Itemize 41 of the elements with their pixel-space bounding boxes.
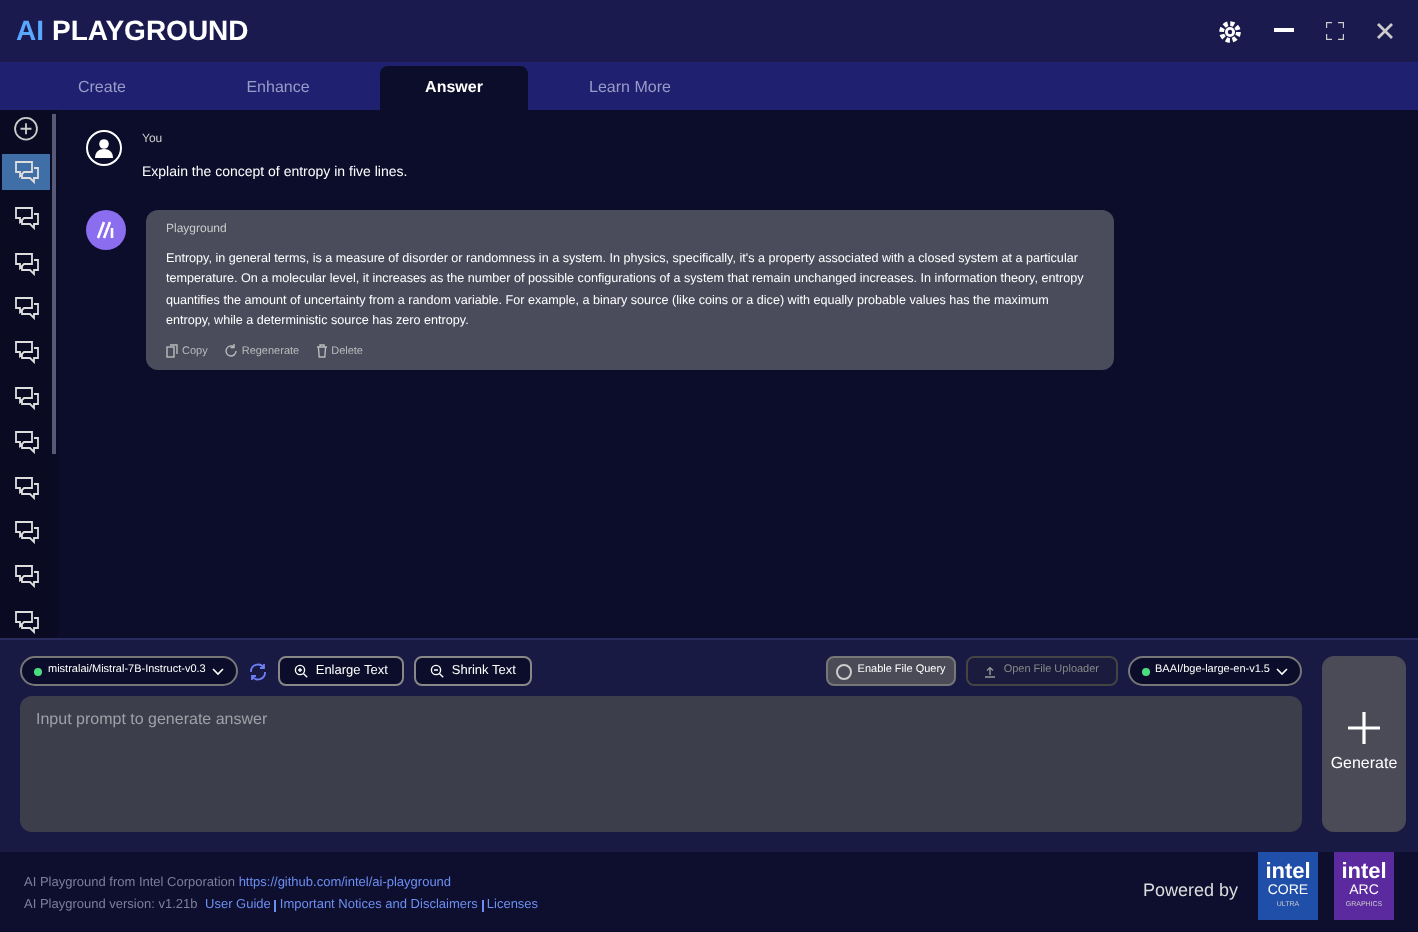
maximize-icon[interactable] xyxy=(1326,22,1344,41)
chat-bubbles-icon xyxy=(13,251,39,276)
trash-icon xyxy=(315,344,328,359)
app-title: PLAYGROUND xyxy=(52,12,249,51)
powered-by-text: Powered by xyxy=(1142,877,1238,904)
new-chat-icon[interactable] xyxy=(12,116,40,142)
chat-bubbles-icon xyxy=(13,159,39,184)
chat-bubbles-icon xyxy=(13,295,39,320)
chat-bubbles-icon xyxy=(13,385,39,410)
checkbox[interactable] xyxy=(835,663,852,679)
close-icon[interactable] xyxy=(1376,22,1394,41)
brand-name: intel xyxy=(1341,862,1387,885)
tab[interactable]: Learn More xyxy=(556,66,704,110)
swap-icon[interactable] xyxy=(247,661,268,681)
chat-history-item[interactable] xyxy=(2,153,50,190)
generate-button[interactable]: Generate xyxy=(1322,656,1406,832)
user-avatar-icon xyxy=(86,130,122,166)
chat-bubbles-icon xyxy=(13,520,39,545)
minimize-icon[interactable] xyxy=(1274,28,1294,35)
copy-icon xyxy=(166,344,178,359)
upload-icon xyxy=(983,665,996,677)
tab[interactable]: Create xyxy=(28,66,176,110)
zoom-in-icon xyxy=(293,664,308,678)
chat-bubbles-icon xyxy=(13,609,39,634)
chat-bubbles-icon xyxy=(13,340,39,365)
app-title-prefix: AI xyxy=(16,12,44,51)
caret-icon xyxy=(211,667,224,675)
refresh-icon xyxy=(223,344,238,359)
tab[interactable]: Answer xyxy=(380,66,528,110)
chat-bubbles-icon xyxy=(13,475,39,500)
chat-bubbles-icon xyxy=(13,564,39,589)
caret-icon xyxy=(1276,667,1288,675)
zoom-out-icon xyxy=(429,664,444,678)
plus-icon xyxy=(1348,712,1380,744)
prompt-field[interactable]: Input prompt to generate answer xyxy=(20,696,1302,832)
brand-name: intel xyxy=(1265,862,1311,885)
settings-icon[interactable] xyxy=(1218,19,1242,44)
tab[interactable]: Enhance xyxy=(204,66,352,110)
chat-bubbles-icon xyxy=(13,206,39,231)
assistant-avatar-icon xyxy=(86,209,126,249)
chat-bubbles-icon xyxy=(13,430,39,455)
